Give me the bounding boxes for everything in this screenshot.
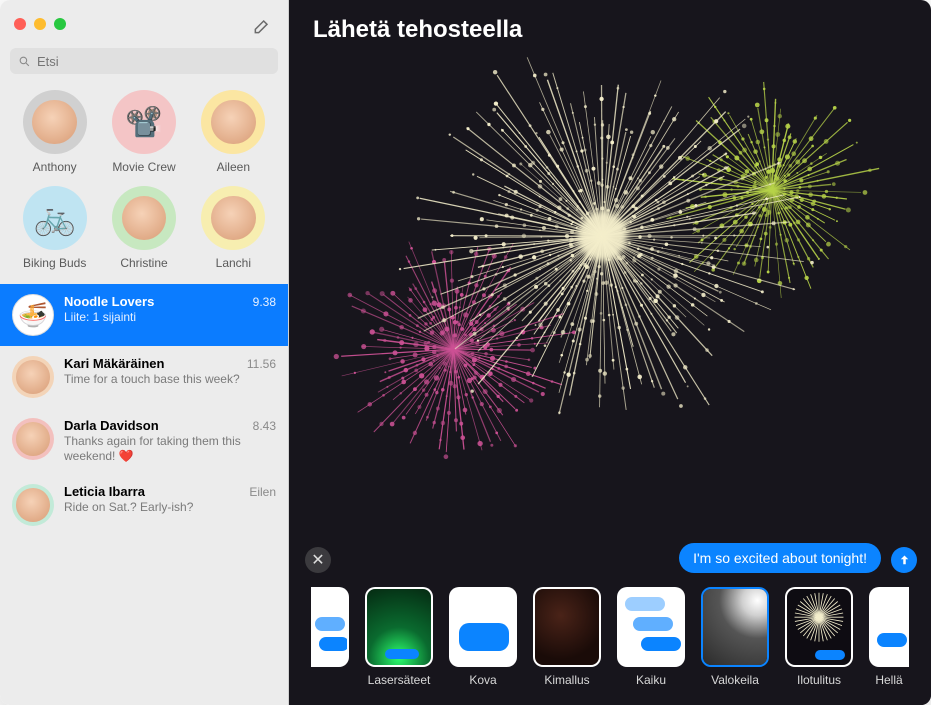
search-input[interactable] [37,54,270,69]
avatar: 📽️ [112,90,176,154]
effect-label: Hellä [875,673,902,687]
search-icon [18,55,31,68]
effect-option[interactable]: Ilotulitus [785,587,853,687]
conversation-time: 8.43 [253,419,276,433]
effect-option[interactable]: Kimallus [533,587,601,687]
app-window: Anthony 📽️ Movie Crew Aileen 🚲 Biking Buds… [0,0,931,705]
conversation-preview: Time for a touch base this week? [64,372,276,387]
avatar [201,186,265,250]
avatar [12,418,54,460]
outgoing-message-bubble: I'm so excited about tonight! [679,543,881,573]
avatar [12,484,54,526]
conversation-time: 11.56 [247,357,276,371]
conversation-item[interactable]: Darla Davidson 8.43 Thanks again for tak… [0,408,288,474]
avatar [112,186,176,250]
effect-option[interactable]: Lasersäteet [365,587,433,687]
minimize-window-button[interactable] [34,18,46,30]
conversation-body: Noodle Lovers 9.38 Liite: 1 sijainti [64,294,276,336]
avatar [12,356,54,398]
send-button[interactable] [891,547,917,573]
conversation-time: 9.38 [253,295,276,309]
effect-option[interactable]: Valokeila [701,587,769,687]
effect-label: Lasersäteet [368,673,431,687]
pinned-contact[interactable]: 🚲 Biking Buds [14,186,95,270]
titlebar [0,0,288,48]
conversation-name: Kari Mäkäräinen [64,356,164,371]
compose-button[interactable] [252,16,272,36]
zoom-window-button[interactable] [54,18,66,30]
close-window-button[interactable] [14,18,26,30]
effect-thumb [617,587,685,667]
pinned-label: Biking Buds [23,256,86,270]
pinned-contact[interactable]: Anthony [14,90,95,174]
sidebar: Anthony 📽️ Movie Crew Aileen 🚲 Biking Buds… [0,0,289,705]
conversation-item[interactable]: Kari Mäkäräinen 11.56 Time for a touch b… [0,346,288,408]
pinned-contact[interactable]: Lanchi [193,186,274,270]
pinned-contact[interactable]: Aileen [193,90,274,174]
avatar: 🚲 [23,186,87,250]
pinned-label: Movie Crew [112,160,175,174]
effects-row: Lasersäteet Kova Kimallus Kaiku Valokeil… [289,581,931,705]
effect-label: Valokeila [711,673,759,687]
send-up-icon [897,553,912,568]
pinned-contact[interactable]: 📽️ Movie Crew [103,90,184,174]
pinned-label: Lanchi [216,256,251,270]
close-effect-button[interactable]: ✕ [305,547,331,573]
effect-label: Ilotulitus [797,673,841,687]
pinned-grid: Anthony 📽️ Movie Crew Aileen 🚲 Biking Buds… [0,84,288,284]
conversation-preview: Ride on Sat.? Early-ish? [64,500,276,515]
effect-preview-stage [289,0,931,581]
effect-option[interactable] [311,587,349,673]
avatar [201,90,265,154]
avatar: 🍜 [12,294,54,336]
avatar [23,90,87,154]
effect-option[interactable]: Hellä [869,587,909,687]
conversation-body: Leticia Ibarra Eilen Ride on Sat.? Early… [64,484,276,526]
conversation-preview: Liite: 1 sijainti [64,310,276,325]
effect-thumb [365,587,433,667]
effect-option[interactable]: Kova [449,587,517,687]
effect-thumb [449,587,517,667]
pinned-label: Christine [120,256,167,270]
effect-option[interactable]: Kaiku [617,587,685,687]
fireworks-graphic [289,0,931,575]
conversation-body: Kari Mäkäräinen 11.56 Time for a touch b… [64,356,276,398]
effect-label: Kaiku [636,673,666,687]
effect-thumb [785,587,853,667]
conversation-time: Eilen [249,485,276,499]
effect-label: Kova [469,673,496,687]
conversation-item[interactable]: 🍜 Noodle Lovers 9.38 Liite: 1 sijainti [0,284,288,346]
effect-thumb [869,587,909,667]
effect-label: Kimallus [544,673,589,687]
pinned-label: Anthony [33,160,77,174]
conversation-preview: Thanks again for taking them this weeken… [64,434,276,464]
conversation-item[interactable]: Leticia Ibarra Eilen Ride on Sat.? Early… [0,474,288,536]
conversation-list: 🍜 Noodle Lovers 9.38 Liite: 1 sijainti K… [0,284,288,705]
effect-thumb [533,587,601,667]
conversation-name: Leticia Ibarra [64,484,145,499]
traffic-lights [14,18,66,30]
conversation-panel: Lähetä tehosteella ✕ I'm so excited abou… [289,0,931,705]
conversation-name: Noodle Lovers [64,294,154,309]
pinned-contact[interactable]: Christine [103,186,184,270]
pinned-label: Aileen [217,160,250,174]
effect-thumb [701,587,769,667]
effect-thumb [311,587,349,667]
effect-title: Lähetä tehosteella [313,16,522,44]
conversation-body: Darla Davidson 8.43 Thanks again for tak… [64,418,276,464]
search-field[interactable] [10,48,278,74]
conversation-name: Darla Davidson [64,418,159,433]
